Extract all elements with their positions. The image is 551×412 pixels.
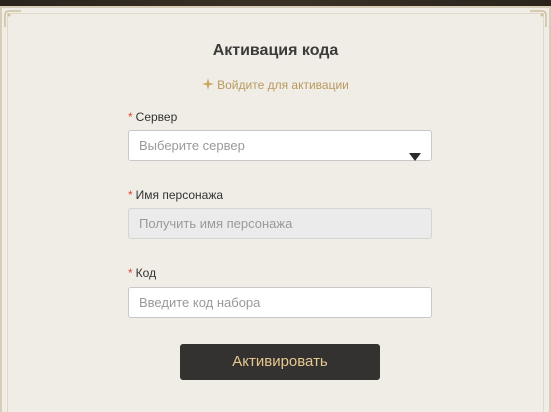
server-select-value: Выберите сервер <box>139 138 245 153</box>
server-select[interactable]: Выберите сервер <box>128 130 432 161</box>
server-label: * Сервер <box>128 110 177 124</box>
character-name-field: Получить имя персонажа <box>128 208 432 239</box>
activate-button[interactable]: Активировать <box>180 344 380 380</box>
character-name-label: * Имя персонажа <box>128 188 223 202</box>
page-title: Активация кода <box>212 42 339 59</box>
required-mark: * <box>128 266 133 280</box>
login-hint-text: Войдите для активации <box>217 78 349 92</box>
server-label-text: Сервер <box>135 110 178 124</box>
corner-ornament-icon <box>529 10 547 28</box>
corner-ornament-icon <box>4 10 22 28</box>
code-label: * Код <box>128 266 156 280</box>
required-mark: * <box>128 110 133 124</box>
character-name-placeholder: Получить имя персонажа <box>139 216 293 231</box>
caret-down-icon[interactable] <box>409 142 421 161</box>
code-label-text: Код <box>135 266 157 280</box>
required-mark: * <box>128 188 133 202</box>
character-name-label-text: Имя персонажа <box>135 188 224 202</box>
code-input[interactable]: Введите код набора <box>128 287 432 318</box>
sparkle-icon <box>202 78 215 90</box>
login-hint-link[interactable]: Войдите для активации <box>0 78 551 92</box>
code-input-placeholder: Введите код набора <box>139 295 261 310</box>
